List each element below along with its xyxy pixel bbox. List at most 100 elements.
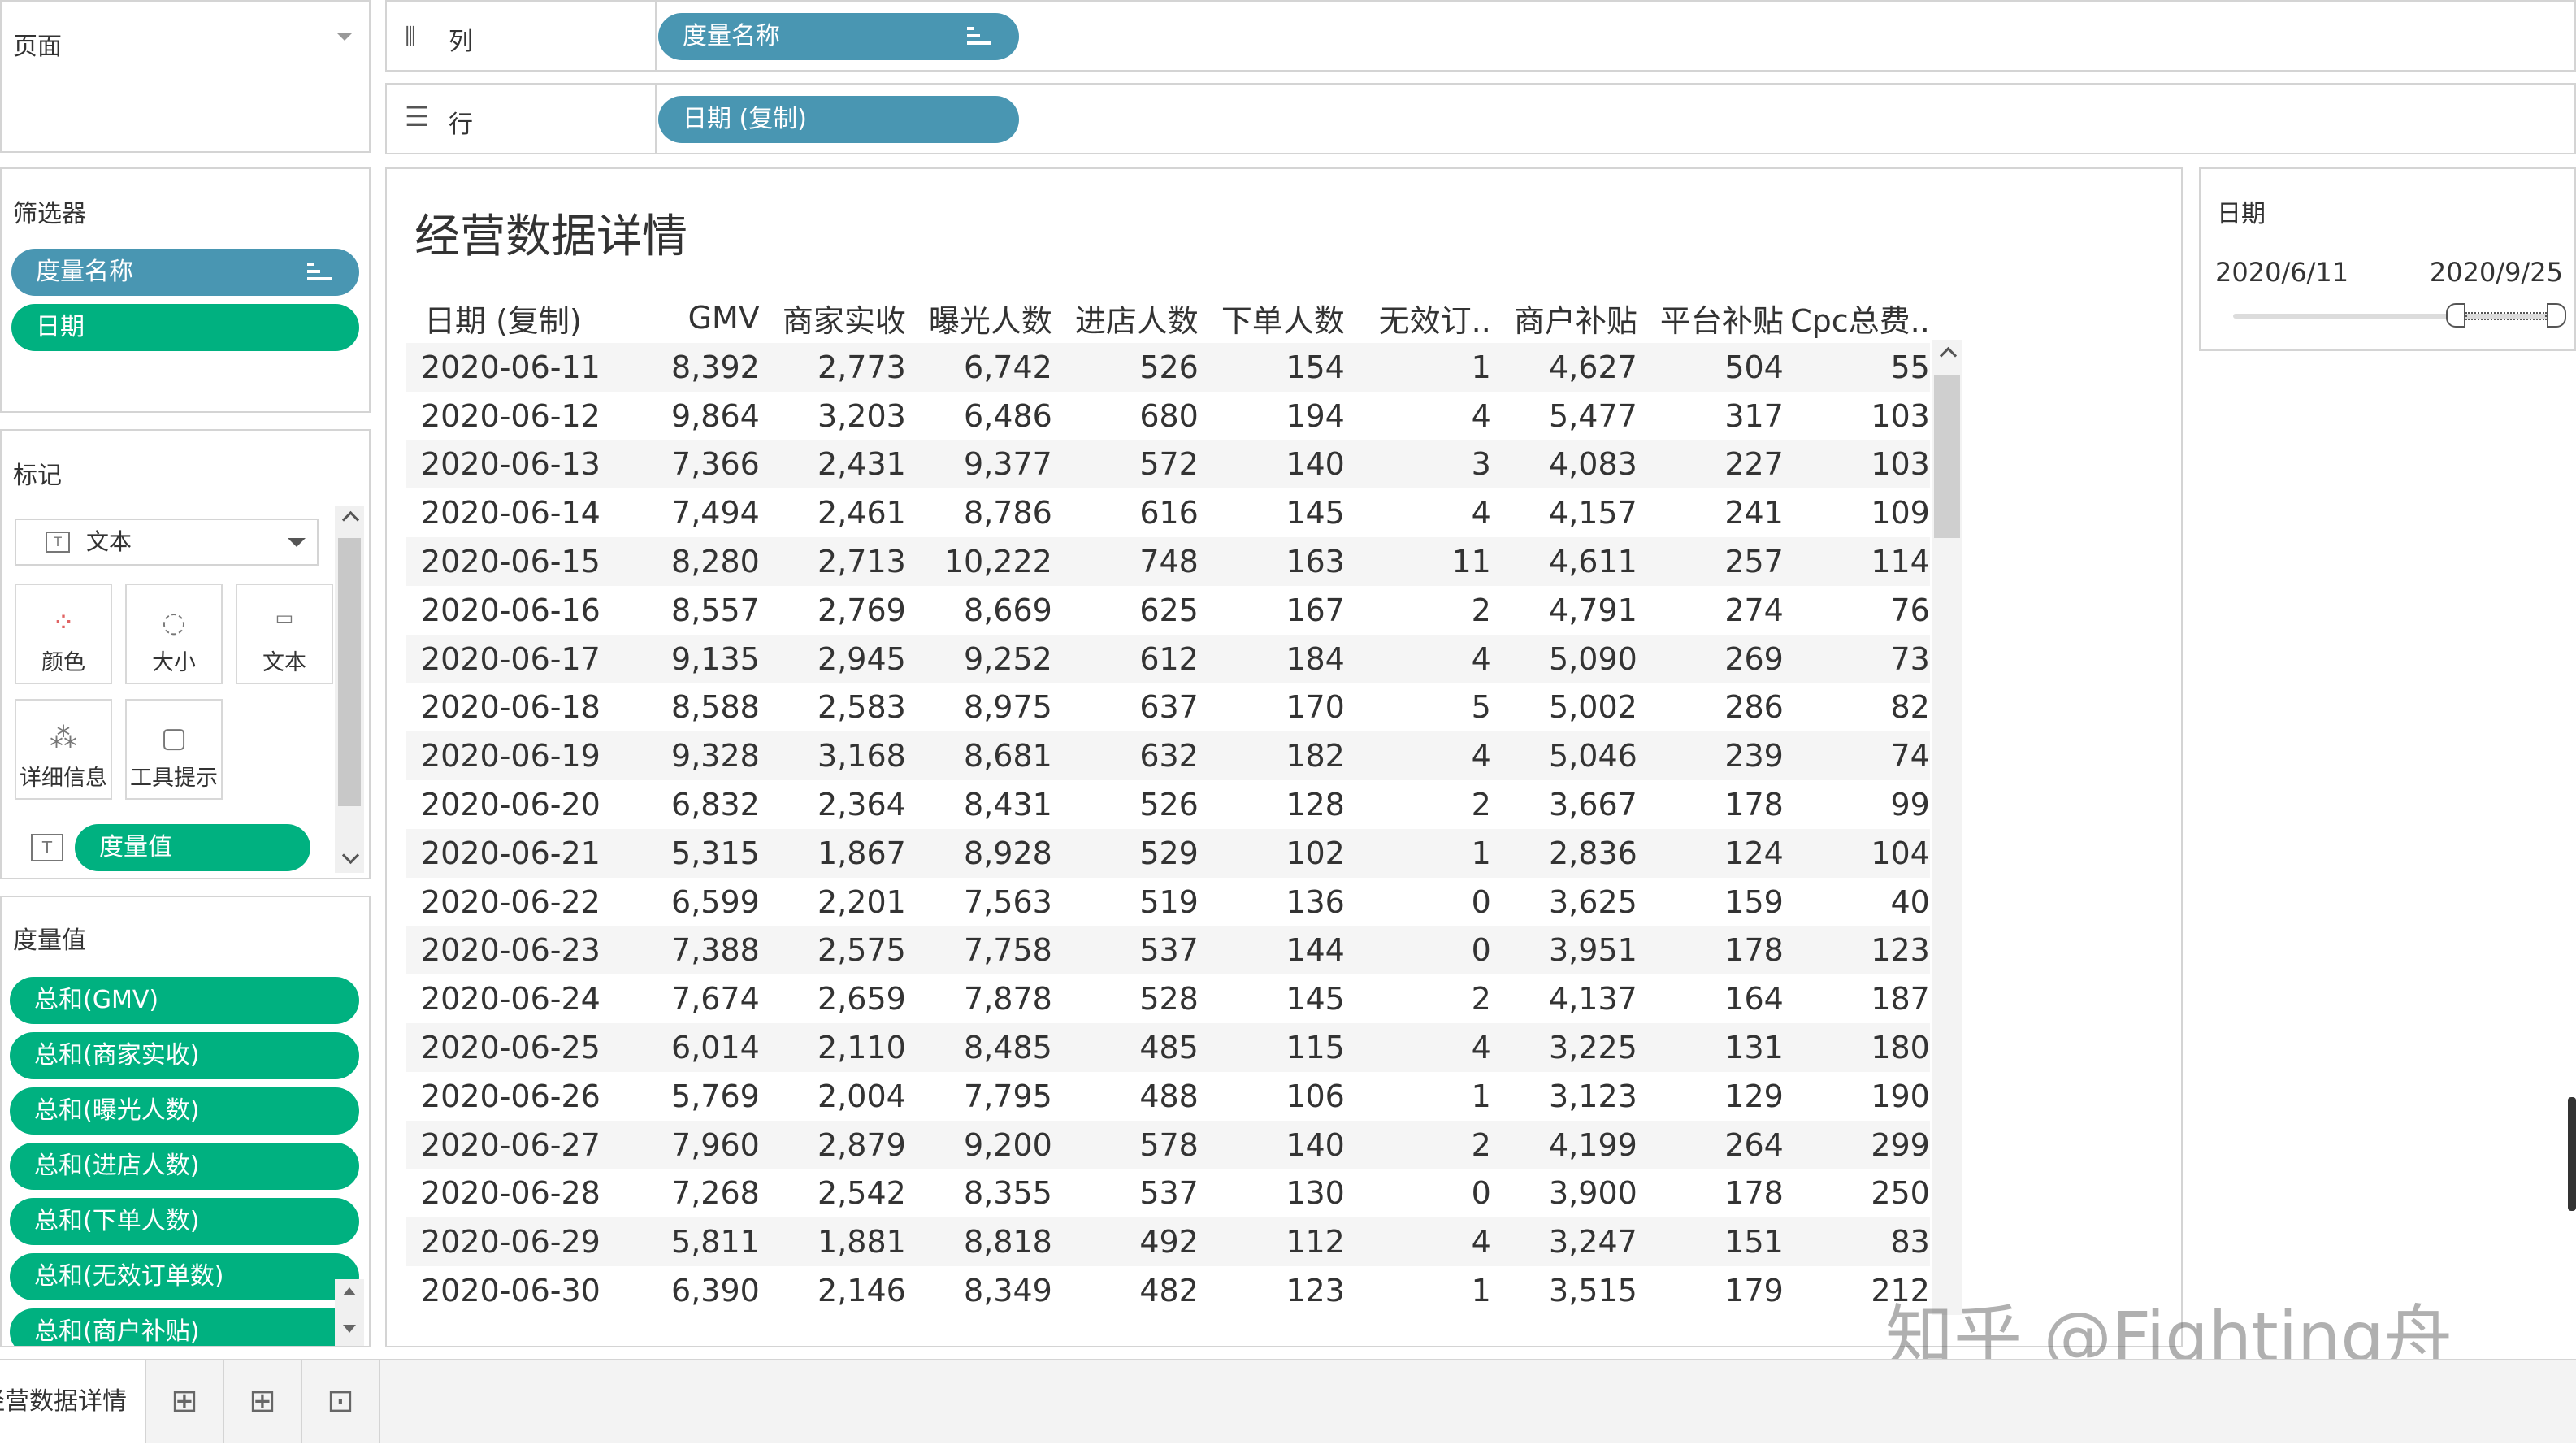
mark-type-select[interactable]: T 文本 <box>15 519 319 566</box>
value-cell: 4,199 <box>1490 1120 1637 1169</box>
columns-shelf-label: 列 <box>449 28 473 56</box>
table-row[interactable]: 2020-06-28 7,268 2,542 8,355 537 130 0 3,900 178… <box>406 1169 1930 1218</box>
new-worksheet-button[interactable]: ⊞ <box>146 1360 224 1443</box>
measure-pill[interactable]: 总和(GMV) <box>10 977 359 1024</box>
right-edge-scroll-indicator[interactable] <box>2568 1097 2576 1211</box>
value-cell: 4,157 <box>1490 488 1637 538</box>
measure-pill-label: 总和(GMV) <box>34 986 159 1014</box>
marks-scrollbar-thumb[interactable] <box>338 538 361 806</box>
sort-icon <box>307 263 332 282</box>
size-button[interactable]: ◌ 大小 <box>125 584 223 684</box>
value-cell: 7,563 <box>905 877 1052 926</box>
scroll-up-arrow-icon[interactable] <box>341 510 360 529</box>
value-cell: 164 <box>1637 974 1784 1024</box>
column-header[interactable]: 商户补贴 <box>1491 293 1637 343</box>
table-row[interactable]: 2020-06-12 9,864 3,203 6,486 680 194 4 5,477 317… <box>406 391 1930 440</box>
table-row[interactable]: 2020-06-14 7,494 2,461 8,786 616 145 4 4,157 241… <box>406 488 1930 538</box>
scroll-up-arrow-icon[interactable] <box>1939 346 1958 365</box>
column-header[interactable]: Cpc总费.. <box>1784 293 1930 343</box>
measure-pill[interactable]: 总和(商户补贴) <box>10 1308 359 1346</box>
marks-scrollbar[interactable] <box>335 506 364 873</box>
detail-button-label: 详细信息 <box>20 766 107 791</box>
table-row[interactable]: 2020-06-19 9,328 3,168 8,681 632 182 4 5,046 239… <box>406 731 1930 781</box>
table-row[interactable]: 2020-06-23 7,388 2,575 7,758 537 144 0 3,951 178… <box>406 926 1930 975</box>
value-cell: 2,575 <box>759 926 906 975</box>
column-header[interactable]: 平台补贴 <box>1637 293 1784 343</box>
filter-pill-date[interactable]: 日期 <box>11 304 359 351</box>
date-range-start[interactable]: 2020/6/11 <box>2215 257 2348 288</box>
table-row[interactable]: 2020-06-17 9,135 2,945 9,252 612 184 4 5,090 269… <box>406 634 1930 683</box>
view-scrollbar-thumb[interactable] <box>1934 375 1960 538</box>
value-cell: 7,366 <box>600 440 760 489</box>
table-row[interactable]: 2020-06-16 8,557 2,769 8,669 625 167 2 4,791 274… <box>406 585 1930 635</box>
value-cell: 1,881 <box>759 1217 906 1267</box>
column-header[interactable]: 无效订.. <box>1345 293 1491 343</box>
pages-card-dropdown-icon[interactable] <box>336 33 353 41</box>
table-row[interactable]: 2020-06-29 5,811 1,881 8,818 492 112 4 3,247 151… <box>406 1217 1930 1267</box>
value-cell: 1,867 <box>759 828 906 878</box>
table-row[interactable]: 2020-06-15 8,280 2,713 10,222 748 163 11 4,611 2… <box>406 537 1930 586</box>
value-cell: 151 <box>1637 1217 1784 1267</box>
sheet-tab-active[interactable]: 经营数据详情 <box>0 1360 146 1443</box>
table-row[interactable]: 2020-06-18 8,588 2,583 8,975 637 170 5 5,002 286… <box>406 683 1930 732</box>
measure-values-scrollbar[interactable] <box>335 1279 364 1346</box>
color-button[interactable]: ⁘ 颜色 <box>15 584 112 684</box>
table-row[interactable]: 2020-06-24 7,674 2,659 7,878 528 145 2 4,137 164… <box>406 974 1930 1024</box>
value-cell: 130 <box>1198 1169 1345 1218</box>
table-row[interactable]: 2020-06-20 6,832 2,364 8,431 526 128 2 3,667 178… <box>406 780 1930 829</box>
column-header[interactable]: 日期 (复制) <box>406 293 601 343</box>
measure-pill[interactable]: 总和(商家实收) <box>10 1032 359 1079</box>
value-cell: 7,878 <box>905 974 1052 1024</box>
table-row[interactable]: 2020-06-13 7,366 2,431 9,377 572 140 3 4,083 227… <box>406 440 1930 489</box>
date-range-handle-start[interactable] <box>2446 303 2465 328</box>
value-cell: 1 <box>1344 343 1491 392</box>
value-cell: 8,928 <box>905 828 1052 878</box>
rows-pill-date-copy[interactable]: 日期 (复制) <box>658 96 1019 143</box>
value-cell: 9,135 <box>600 634 760 683</box>
scroll-up-arrow-icon[interactable] <box>343 1287 356 1295</box>
text-button[interactable]: ▭ 文本 <box>236 584 333 684</box>
measure-pill[interactable]: 总和(下单人数) <box>10 1198 359 1245</box>
date-range-handle-end[interactable] <box>2547 303 2566 328</box>
column-header[interactable]: GMV <box>601 293 760 343</box>
table-row[interactable]: 2020-06-30 6,390 2,146 8,349 482 123 1 3,515 179… <box>406 1266 1930 1315</box>
view-scrollbar[interactable] <box>1932 340 1962 1315</box>
value-cell: 3,515 <box>1490 1266 1637 1315</box>
column-header[interactable]: 进店人数 <box>1052 293 1199 343</box>
date-cell: 2020-06-26 <box>406 1071 601 1121</box>
value-cell: 99 <box>1783 780 1930 829</box>
table-row[interactable]: 2020-06-21 5,315 1,867 8,928 529 102 1 2,836 124… <box>406 828 1930 878</box>
detail-button[interactable]: ⁂ 详细信息 <box>15 699 112 800</box>
measure-pill[interactable]: 总和(无效订单数) <box>10 1253 359 1300</box>
measure-pill[interactable]: 总和(曝光人数) <box>10 1087 359 1135</box>
table-row[interactable]: 2020-06-25 6,014 2,110 8,485 485 115 4 3,225 131… <box>406 1023 1930 1072</box>
scroll-down-arrow-icon[interactable] <box>341 846 360 865</box>
scroll-down-arrow-icon[interactable] <box>343 1325 356 1333</box>
measure-pill[interactable]: 总和(进店人数) <box>10 1143 359 1190</box>
sheet-tab-label: 经营数据详情 <box>0 1387 127 1416</box>
column-header[interactable]: 商家实收 <box>760 293 906 343</box>
table-row[interactable]: 2020-06-26 5,769 2,004 7,795 488 106 1 3,123 129… <box>406 1071 1930 1121</box>
marks-field-pill[interactable]: 度量值 <box>75 824 310 871</box>
column-header[interactable]: 下单人数 <box>1199 293 1345 343</box>
value-cell: 3,951 <box>1490 926 1637 975</box>
value-cell: 3,123 <box>1490 1071 1637 1121</box>
table-row[interactable]: 2020-06-22 6,599 2,201 7,563 519 136 0 3,625 159… <box>406 877 1930 926</box>
new-story-button[interactable]: ⊡ <box>302 1360 380 1443</box>
date-range-track[interactable] <box>2233 303 2566 328</box>
value-cell: 0 <box>1344 1169 1491 1218</box>
value-cell: 7,674 <box>600 974 760 1024</box>
value-cell: 8,818 <box>905 1217 1052 1267</box>
table-row[interactable]: 2020-06-11 8,392 2,773 6,742 526 154 1 4,627 504… <box>406 343 1930 392</box>
column-header[interactable]: 曝光人数 <box>906 293 1052 343</box>
date-range-end[interactable]: 2020/9/25 <box>2430 257 2563 288</box>
table-row[interactable]: 2020-06-27 7,960 2,879 9,200 578 140 2 4,199 264… <box>406 1120 1930 1169</box>
value-cell: 3,900 <box>1490 1169 1637 1218</box>
value-cell: 190 <box>1783 1071 1930 1121</box>
filter-pill-measure-names[interactable]: 度量名称 <box>11 249 359 296</box>
new-dashboard-button[interactable]: ⊞ <box>224 1360 302 1443</box>
pages-card: 页面 <box>0 0 371 153</box>
tooltip-button[interactable]: ▢ 工具提示 <box>125 699 223 800</box>
date-cell: 2020-06-27 <box>406 1120 601 1169</box>
columns-pill-measure-names[interactable]: 度量名称 <box>658 13 1019 60</box>
